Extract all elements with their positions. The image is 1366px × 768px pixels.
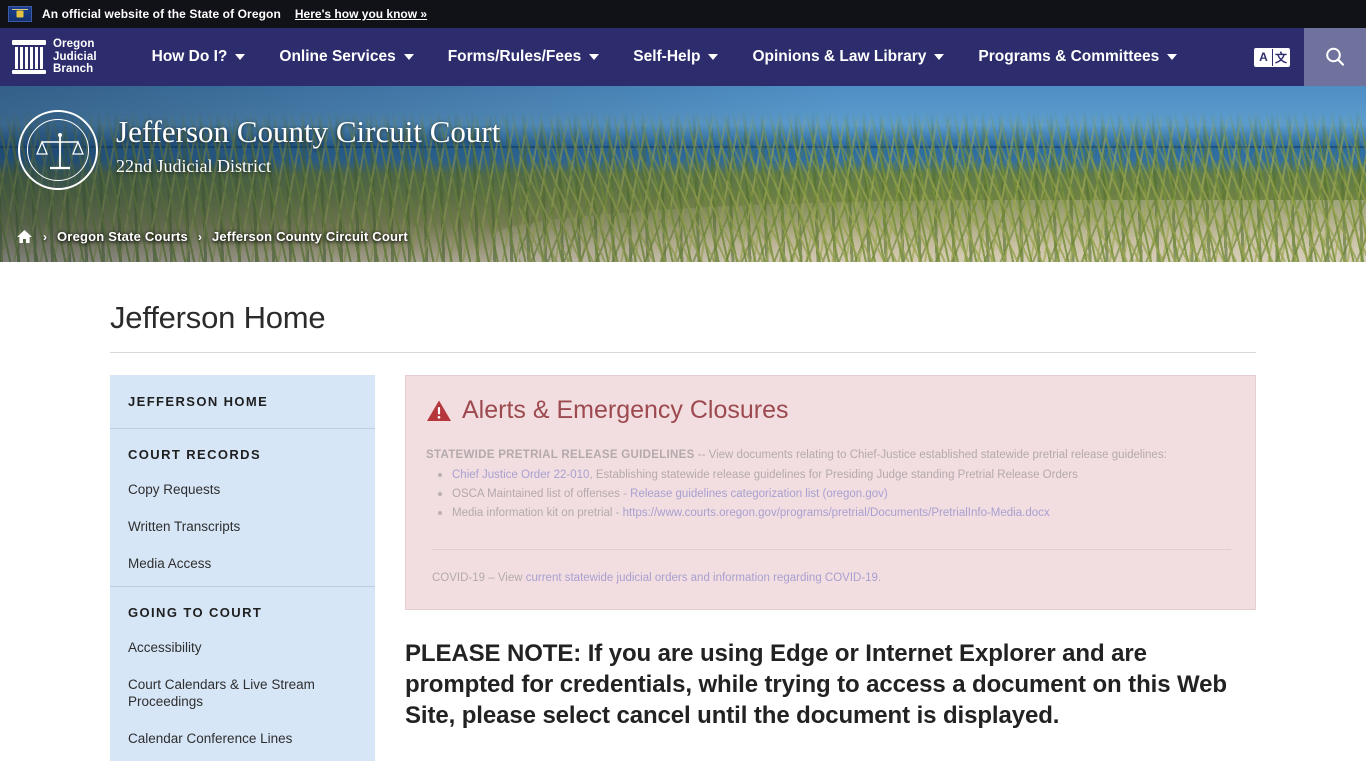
list-item: Media information kit on pretrial - http…: [438, 504, 1231, 523]
list-item: OSCA Maintained list of offenses - Relea…: [438, 485, 1231, 504]
alerts-panel-title: Alerts & Emergency Closures: [426, 396, 1231, 425]
scales-of-justice-icon: [36, 133, 84, 170]
alert-link-covid-orders[interactable]: current statewide judicial orders and in…: [526, 572, 878, 584]
sidebar-section-court-records: COURT RECORDS Copy Requests Written Tran…: [110, 428, 375, 586]
chevron-down-icon: [235, 54, 246, 60]
main-navigation-bar: Oregon Judicial Branch How Do I? Online …: [0, 28, 1366, 86]
sidebar-section-going-to-court: GOING TO COURT Accessibility Court Calen…: [110, 586, 375, 761]
official-state-banner: An official website of the State of Oreg…: [0, 0, 1366, 28]
alerts-covid-paragraph: COVID-19 – View current statewide judici…: [426, 570, 1231, 587]
alerts-and-emergency-closures-panel: Alerts & Emergency Closures STATEWIDE PR…: [405, 375, 1256, 610]
breadcrumb: › Oregon State Courts › Jefferson County…: [0, 229, 1366, 244]
sidebar-item-written-transcripts[interactable]: Written Transcripts: [110, 512, 375, 549]
heres-how-you-know-link[interactable]: Here's how you know »: [295, 7, 427, 21]
oregon-state-flag-icon: [8, 6, 32, 22]
page-body: Jefferson Home JEFFERSON HOME COURT RECO…: [0, 262, 1366, 761]
breadcrumb-item-oregon-state-courts[interactable]: Oregon State Courts: [57, 229, 188, 244]
breadcrumb-separator: ›: [43, 229, 47, 244]
search-button[interactable]: [1304, 28, 1366, 86]
column-logo-icon: [12, 40, 46, 74]
chevron-down-icon: [1167, 54, 1178, 60]
sidebar-item-jefferson-home[interactable]: JEFFERSON HOME: [110, 375, 375, 428]
page-title: Jefferson Home: [110, 262, 1256, 353]
nav-item-self-help[interactable]: Self-Help: [616, 28, 735, 86]
chevron-down-icon: [403, 54, 414, 60]
nav-item-label: Programs & Committees: [978, 48, 1160, 65]
chevron-down-icon: [708, 54, 719, 60]
oregon-judicial-branch-logo[interactable]: Oregon Judicial Branch: [0, 28, 111, 86]
alert-link-pretrial-media-kit[interactable]: https://www.courts.oregon.gov/programs/p…: [623, 507, 1050, 519]
breadcrumb-separator: ›: [197, 229, 202, 244]
alert-item-text: OSCA Maintained list of offenses -: [452, 488, 631, 500]
covid-prefix-text: COVID-19 – View: [432, 572, 526, 584]
hero-banner: Jefferson County Circuit Court 22nd Judi…: [0, 86, 1366, 262]
alerts-lead-rest: -- View documents relating to Chief-Just…: [694, 449, 1167, 461]
nav-item-programs-committees[interactable]: Programs & Committees: [961, 28, 1194, 86]
chevron-down-icon: [934, 54, 945, 60]
sidebar-item-accessibility[interactable]: Accessibility: [110, 639, 375, 670]
language-toggle-button[interactable]: A 文: [1240, 28, 1304, 86]
nav-item-opinions-law-library[interactable]: Opinions & Law Library: [735, 28, 961, 86]
brand-text: Oregon Judicial Branch: [53, 38, 97, 76]
brand-line-1: Oregon: [53, 38, 95, 51]
alerts-lead-bold: STATEWIDE PRETRIAL RELEASE GUIDELINES: [426, 449, 695, 461]
sidebar-navigation: JEFFERSON HOME COURT RECORDS Copy Reques…: [110, 375, 375, 761]
chevron-down-icon: [589, 54, 600, 60]
alerts-lead-paragraph: STATEWIDE PRETRIAL RELEASE GUIDELINES --…: [426, 447, 1231, 464]
nav-item-online-services[interactable]: Online Services: [262, 28, 430, 86]
alerts-divider: [432, 549, 1231, 550]
judicial-district: 22nd Judicial District: [116, 156, 271, 176]
nav-item-label: Self-Help: [633, 48, 701, 65]
content-columns: JEFFERSON HOME COURT RECORDS Copy Reques…: [110, 353, 1256, 761]
main-content: Alerts & Emergency Closures STATEWIDE PR…: [375, 375, 1256, 731]
sidebar-item-copy-requests[interactable]: Copy Requests: [110, 481, 375, 512]
nav-item-how-do-i[interactable]: How Do I?: [135, 28, 263, 86]
brand-line-2: Judicial: [53, 50, 97, 63]
breadcrumb-item-jefferson-county-circuit-court[interactable]: Jefferson County Circuit Court: [212, 229, 408, 244]
nav-item-label: Online Services: [279, 48, 396, 65]
court-name: Jefferson County Circuit Court: [116, 114, 501, 149]
translate-icon: A 文: [1254, 47, 1290, 67]
nav-item-label: Forms/Rules/Fees: [447, 48, 582, 65]
list-item: Chief Justice Order 22-010, Establishing…: [438, 466, 1231, 485]
alert-item-text: , Establishing statewide release guideli…: [589, 469, 1078, 481]
nav-right-group: A 文: [1240, 28, 1366, 86]
sidebar-item-calendar-conference-lines[interactable]: Calendar Conference Lines: [110, 724, 375, 761]
alert-link-chief-justice-order[interactable]: Chief Justice Order 22-010: [452, 469, 589, 481]
language-cjk-label: 文: [1272, 48, 1289, 66]
brand-line-3: Branch: [53, 63, 94, 76]
covid-suffix-text: .: [877, 572, 882, 584]
nav-item-label: Opinions & Law Library: [752, 48, 927, 65]
oregon-judicial-department-seal: [18, 110, 98, 190]
search-icon: [1326, 47, 1345, 66]
alerts-panel-title-text: Alerts & Emergency Closures: [462, 396, 789, 424]
home-icon[interactable]: [16, 229, 33, 244]
alert-item-text: Media information kit on pretrial -: [452, 507, 623, 519]
sidebar-section-jefferson-home: JEFFERSON HOME: [110, 375, 375, 428]
language-latin-label: A: [1255, 48, 1272, 66]
sidebar-item-court-calendars-live-stream-proceedings[interactable]: Court Calendars & Live Stream Proceeding…: [110, 670, 375, 724]
official-website-text: An official website of the State of Oreg…: [42, 7, 281, 21]
sidebar-item-media-access[interactable]: Media Access: [110, 549, 375, 586]
nav-item-label: How Do I?: [151, 48, 228, 65]
sidebar-item-going-to-court[interactable]: GOING TO COURT: [110, 586, 375, 639]
nav-item-forms-rules-fees[interactable]: Forms/Rules/Fees: [431, 28, 617, 86]
alert-link-release-guidelines-categorization-list[interactable]: Release guidelines categorization list (…: [630, 488, 888, 500]
sidebar-item-court-records[interactable]: COURT RECORDS: [110, 428, 375, 481]
nav-links: How Do I? Online Services Forms/Rules/Fe…: [111, 28, 1240, 86]
please-note-text: PLEASE NOTE: If you are using Edge or In…: [405, 640, 1227, 729]
warning-triangle-icon: [426, 399, 452, 423]
alerts-bullet-list: Chief Justice Order 22-010, Establishing…: [426, 466, 1231, 523]
